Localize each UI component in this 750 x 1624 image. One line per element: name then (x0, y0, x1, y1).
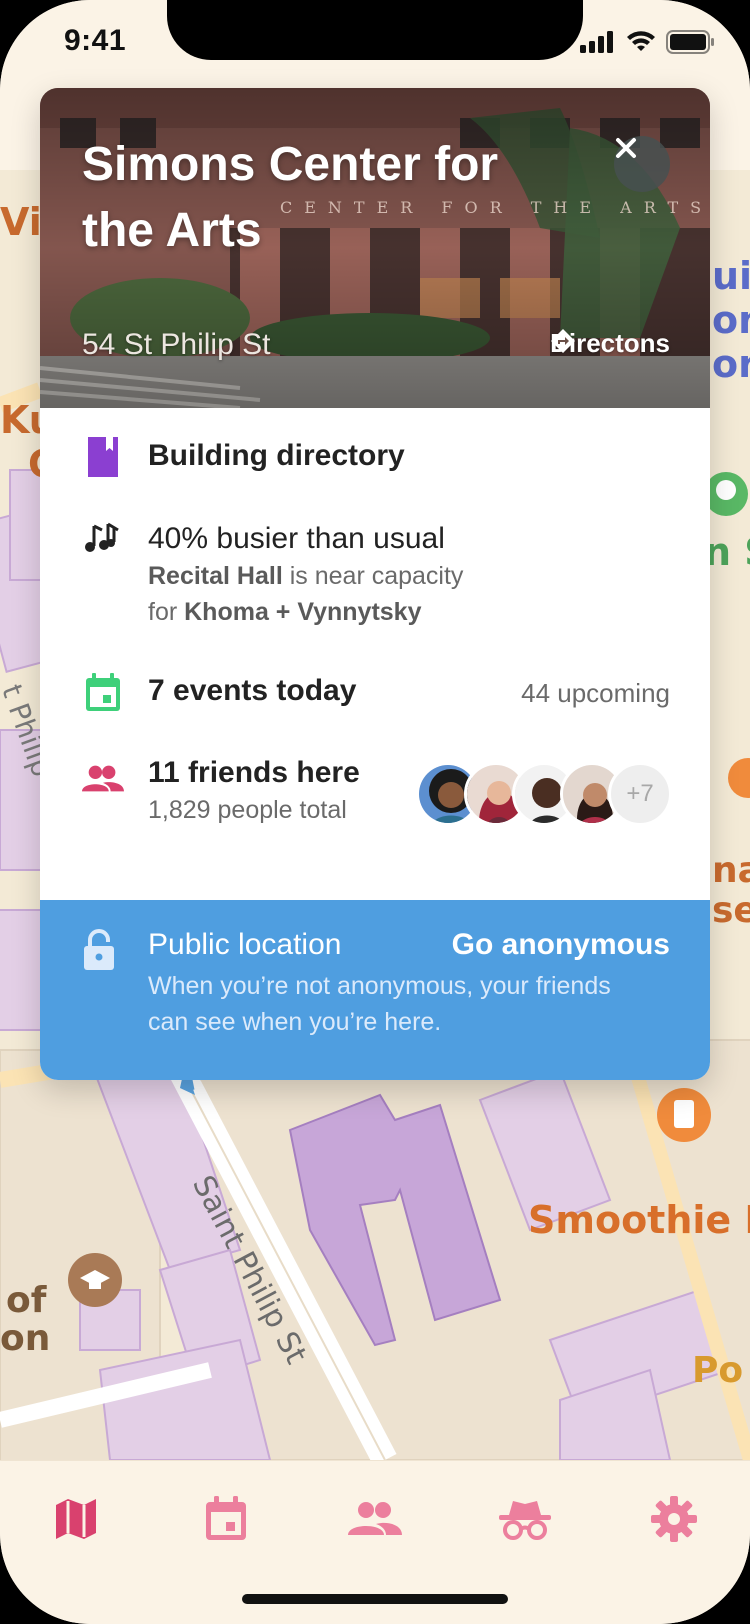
tab-anonymous[interactable] (493, 1487, 557, 1551)
friend-avatars[interactable]: +7 (416, 762, 672, 826)
tab-calendar[interactable] (194, 1487, 258, 1551)
map-label-se: se (712, 890, 750, 931)
map-label-smoothie: Smoothie I (528, 1198, 750, 1242)
events-row[interactable]: 7 events today 44 upcoming (40, 670, 710, 718)
battery-icon (666, 30, 714, 54)
map-label-on: on (0, 1318, 51, 1359)
home-indicator[interactable] (242, 1594, 508, 1604)
building-directory-row[interactable]: Building directory (40, 433, 710, 481)
map-label-s-green: n S (704, 530, 750, 574)
map-label-of: of (6, 1280, 47, 1321)
busyness-event: for Khoma + Vynnytsky (148, 594, 463, 630)
calendar-icon (206, 1496, 246, 1540)
map-label-ui: ui (712, 254, 750, 298)
privacy-description: When you’re not anonymous, your friends … (148, 972, 611, 1036)
book-icon (82, 436, 124, 478)
map-label-or: or (712, 342, 750, 386)
privacy-banner: Public location Go anonymous When you’re… (40, 900, 710, 1080)
place-card: CENTER FOR THE ARTS Simons Center for th… (40, 88, 710, 1080)
close-icon (616, 138, 636, 158)
lock-icon (82, 928, 116, 977)
device-notch (167, 0, 583, 60)
for-text: for (148, 598, 185, 626)
people-icon (82, 758, 124, 800)
close-button[interactable] (614, 136, 670, 192)
busyness-row: 40% busier than usual Recital Hall is ne… (40, 518, 710, 628)
privacy-status: Public location (148, 928, 342, 961)
venue-name: Recital Hall (148, 562, 283, 590)
map-label-on-right: on (712, 298, 750, 342)
map-label-na: na (712, 850, 750, 891)
map-label-po: Po (692, 1350, 744, 1391)
busyness-label: 40% busier than usual (148, 522, 445, 555)
gear-icon (651, 1496, 697, 1542)
tab-friends[interactable] (343, 1487, 407, 1551)
phone-screen: Saint Philip St Smoothie I t Philip of o… (0, 0, 750, 1624)
place-title: Simons Center for the Arts (82, 138, 499, 257)
capacity-text: is near capacity (282, 562, 464, 590)
events-label: 7 events today (148, 674, 357, 707)
people-icon (348, 1502, 402, 1535)
cellular-signal-icon (580, 31, 613, 53)
place-hero-image: CENTER FOR THE ARTS Simons Center for th… (40, 88, 710, 408)
tab-map[interactable] (44, 1487, 108, 1551)
map-icon (56, 1499, 96, 1539)
more-friends-count[interactable]: +7 (608, 762, 672, 826)
wifi-icon (627, 31, 655, 51)
directions-button[interactable]: Directons (550, 328, 670, 359)
performer-name: Khoma + Vynnytsky (184, 598, 422, 626)
calendar-icon (82, 672, 124, 714)
upcoming-events[interactable]: 44 upcoming (521, 678, 670, 709)
status-time: 9:41 (64, 24, 127, 57)
go-anonymous-button[interactable]: Go anonymous (452, 928, 670, 962)
place-address: 54 St Philip St (82, 328, 271, 361)
building-directory-label: Building directory (148, 439, 405, 472)
friends-row[interactable]: 11 friends here 1,829 people total +7 (40, 754, 710, 834)
friends-label: 11 friends here (148, 756, 360, 789)
people-total: 1,829 people total (148, 796, 347, 824)
status-bar: 9:41 (0, 0, 750, 90)
music-notes-icon (82, 518, 124, 560)
status-icons (580, 30, 716, 54)
busyness-detail: Recital Hall is near capacity (148, 558, 463, 594)
directions-icon (551, 329, 576, 353)
map-label-vi: Vi (0, 200, 42, 244)
incognito-icon (499, 1501, 551, 1540)
tab-settings[interactable] (642, 1487, 706, 1551)
